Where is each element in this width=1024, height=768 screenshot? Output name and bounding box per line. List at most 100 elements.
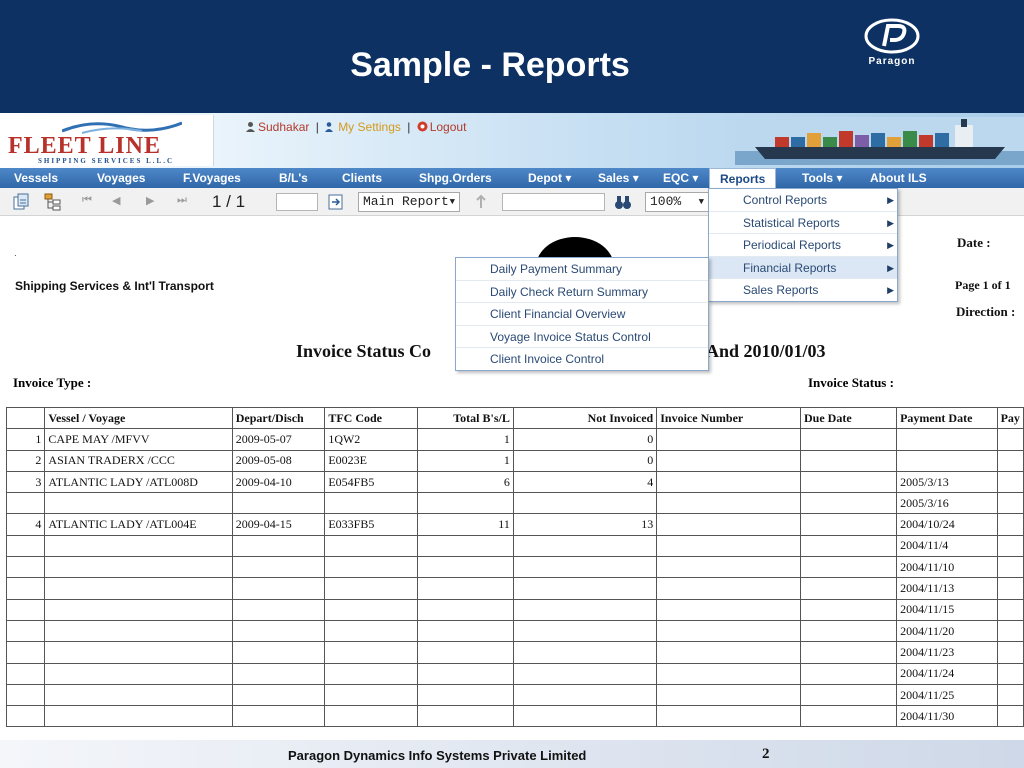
menu-item-daily-payment-summary[interactable]: Daily Payment Summary <box>456 258 708 281</box>
table-cell <box>324 705 418 728</box>
menu-item-label: Control Reports <box>743 193 828 207</box>
col-due-date: Due Date <box>800 406 898 430</box>
table-cell <box>324 534 418 558</box>
table-cell <box>44 492 233 515</box>
user-name-link[interactable]: Sudhakar <box>258 120 309 134</box>
reports-menu: Control Reports ▶ Statistical Reports ▶ Pe… <box>708 188 898 302</box>
tree-icon[interactable] <box>44 193 62 211</box>
col-invoice-number: Invoice Number <box>656 406 802 430</box>
chevron-right-icon: ▶ <box>887 240 894 251</box>
table-cell: 1 <box>5 428 46 451</box>
next-page-icon[interactable]: ▶ <box>146 194 154 207</box>
table-cell: 2005/3/13 <box>896 470 998 494</box>
menu-item-daily-check-return-summary[interactable]: Daily Check Return Summary <box>456 281 708 304</box>
menu-item-periodical-reports[interactable]: Periodical Reports ▶ <box>709 234 897 257</box>
nav-tools[interactable]: Tools ▾ <box>802 168 842 188</box>
page-counter: 1 / 1 <box>212 192 246 211</box>
table-cell <box>996 556 1024 579</box>
logout-link[interactable]: Logout <box>430 120 467 134</box>
menu-item-label: Client Invoice Control <box>490 352 605 367</box>
table-cell <box>512 577 658 600</box>
nav-depot[interactable]: Depot ▾ <box>528 168 571 188</box>
date-label: Date : <box>957 235 991 250</box>
nav-vessels[interactable]: Vessels <box>14 168 58 188</box>
table-cell <box>512 683 658 707</box>
table-row: 2004/11/24 <box>5 662 1024 685</box>
logout-icon <box>417 121 428 132</box>
table-cell <box>512 598 658 621</box>
my-settings-link[interactable]: My Settings <box>338 120 401 134</box>
table-cell <box>44 534 233 558</box>
table-cell: 2 <box>5 449 46 472</box>
zoom-select[interactable]: 100% ▼ <box>645 192 709 212</box>
nav-shpg-orders[interactable]: Shpg.Orders <box>419 168 492 188</box>
table-cell <box>5 619 46 643</box>
parent-report-icon[interactable] <box>472 193 490 211</box>
table-cell <box>44 619 233 643</box>
menu-item-label: Daily Check Return Summary <box>490 284 649 299</box>
menu-item-client-financial-overview[interactable]: Client Financial Overview <box>456 303 708 326</box>
table-cell <box>231 577 326 600</box>
report-select[interactable]: Main Report ▼ <box>358 192 460 212</box>
user-links: Sudhakar | My Settings | Logout <box>245 119 466 134</box>
table-cell <box>996 534 1024 558</box>
table-cell <box>800 705 898 728</box>
table-cell <box>800 513 898 536</box>
chevron-right-icon: ▶ <box>887 262 894 273</box>
table-cell <box>800 449 898 472</box>
table-cell <box>656 577 802 600</box>
nav-eqc[interactable]: EQC ▾ <box>663 168 698 188</box>
menu-item-statistical-reports[interactable]: Statistical Reports ▶ <box>709 212 897 235</box>
table-cell <box>324 556 418 579</box>
nav-f-voyages[interactable]: F.Voyages <box>183 168 241 188</box>
table-cell <box>5 683 46 707</box>
table-cell <box>656 641 802 664</box>
table-cell <box>324 683 418 707</box>
goto-page-input[interactable] <box>276 193 318 211</box>
binoculars-icon[interactable] <box>614 193 632 211</box>
table-cell <box>512 641 658 664</box>
cargo-ship-image <box>735 117 1024 165</box>
export-icon[interactable] <box>12 193 30 211</box>
nav-reports[interactable]: Reports <box>709 168 777 190</box>
direction-label: Direction : <box>956 304 1016 319</box>
invoice-table: Vessel / Voyage Depart/Disch TFC Code To… <box>5 406 1024 728</box>
menu-item-financial-reports[interactable]: Financial Reports ▶ <box>709 256 897 280</box>
zoom-select-value: 100% <box>650 194 682 209</box>
table-cell <box>416 662 514 685</box>
menu-item-label: Voyage Invoice Status Control <box>490 329 651 344</box>
menu-item-voyage-invoice-status-control[interactable]: Voyage Invoice Status Control <box>456 326 708 349</box>
table-cell <box>231 492 326 515</box>
goto-page-icon[interactable] <box>327 193 345 211</box>
table-cell <box>324 598 418 621</box>
table-cell <box>324 492 418 515</box>
nav-clients[interactable]: Clients <box>342 168 382 188</box>
table-row: 3 ATLANTIC LADY /ATL008D 2009-04-10 E054FB5… <box>5 470 1024 494</box>
nav-sales[interactable]: Sales ▾ <box>598 168 639 188</box>
table-cell <box>996 428 1024 451</box>
company-name: Shipping Services & Int'l Transport <box>15 279 214 293</box>
table-row: 2005/3/16 <box>5 492 1024 515</box>
table-cell: 2009-04-10 <box>231 470 326 494</box>
table-cell <box>800 428 898 451</box>
last-page-icon[interactable]: ⏭ <box>177 194 187 207</box>
search-text-input[interactable] <box>502 193 605 211</box>
table-cell <box>512 556 658 579</box>
logo-text: FLEET LINE <box>8 133 161 159</box>
menu-item-control-reports[interactable]: Control Reports ▶ <box>709 189 897 212</box>
nav-about-ils[interactable]: About ILS <box>870 168 927 188</box>
table-row: 2 ASIAN TRADERX /CCC 2009-05-08 E0023E 1 0 <box>5 449 1024 472</box>
menu-item-client-invoice-control[interactable]: Client Invoice Control <box>456 348 708 371</box>
first-page-icon[interactable]: ⏮ <box>82 194 92 207</box>
table-cell: 2009-04-15 <box>231 513 326 536</box>
table-cell: ATLANTIC LADY /ATL004E <box>44 513 233 536</box>
menu-item-sales-reports[interactable]: Sales Reports ▶ <box>709 279 897 302</box>
main-nav: Vessels Voyages F.Voyages B/L's Clients … <box>0 168 1024 190</box>
table-cell <box>996 662 1024 685</box>
footer-company: Paragon Dynamics Info Systems Private Li… <box>288 748 587 763</box>
table-cell <box>416 619 514 643</box>
nav-voyages[interactable]: Voyages <box>97 168 145 188</box>
nav-bls[interactable]: B/L's <box>279 168 308 188</box>
table-cell: 2004/11/25 <box>896 683 998 707</box>
prev-page-icon[interactable]: ◀ <box>112 194 120 207</box>
